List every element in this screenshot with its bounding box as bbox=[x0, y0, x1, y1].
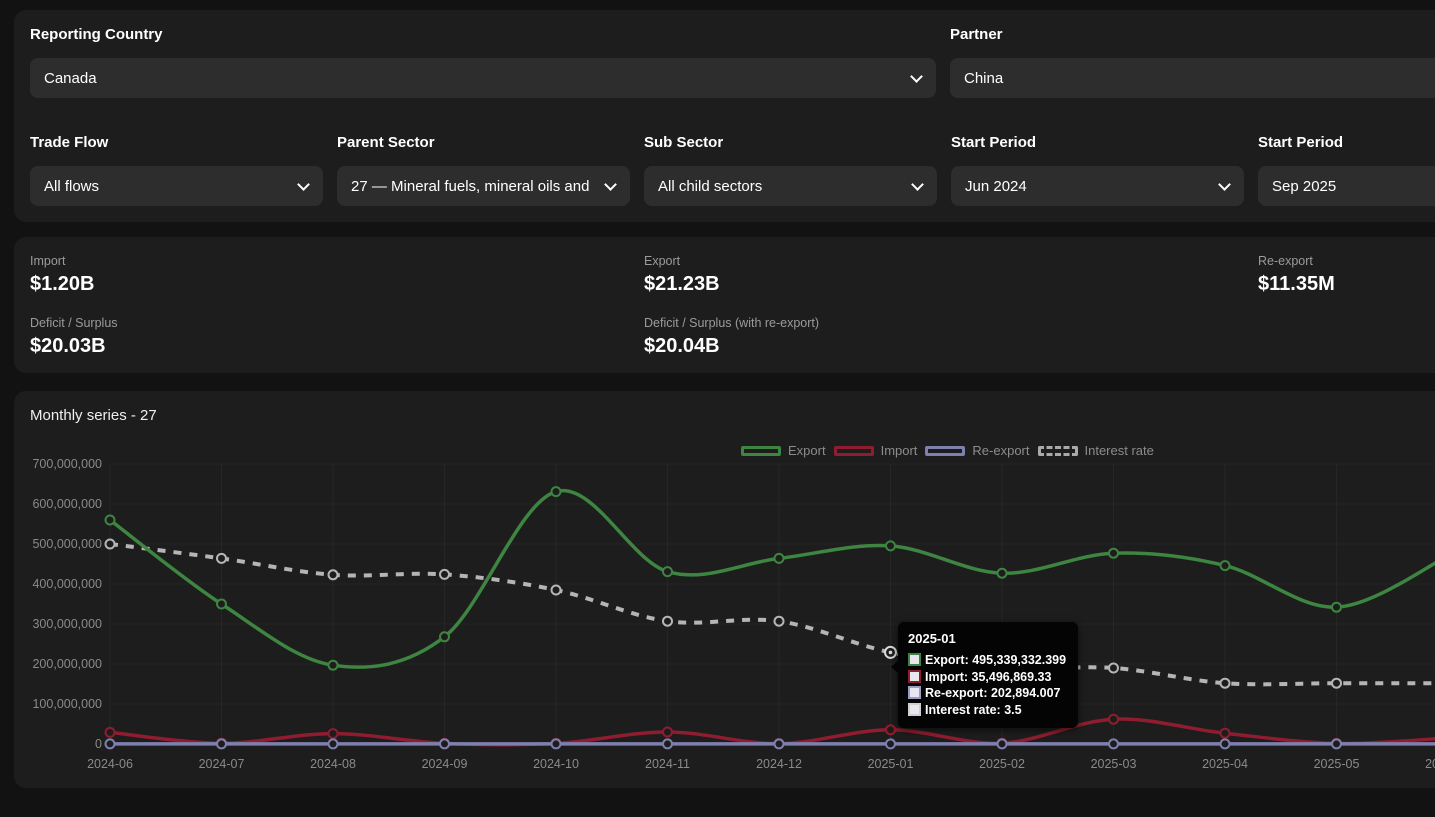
svg-text:500,000,000: 500,000,000 bbox=[32, 537, 102, 551]
svg-text:2024-11: 2024-11 bbox=[645, 757, 690, 771]
svg-text:300,000,000: 300,000,000 bbox=[32, 617, 102, 631]
svg-text:2025-06: 2025-06 bbox=[1425, 757, 1435, 771]
stat-deficit-surplus-reexport: Deficit / Surplus (with re-export) $20.0… bbox=[644, 315, 1258, 358]
svg-text:2025-03: 2025-03 bbox=[1091, 757, 1137, 771]
svg-text:2025-04: 2025-04 bbox=[1202, 757, 1248, 771]
stat-label: Deficit / Surplus (with re-export) bbox=[644, 315, 1258, 331]
svg-text:2024-10: 2024-10 bbox=[533, 757, 579, 771]
svg-text:2024-07: 2024-07 bbox=[199, 757, 245, 771]
partner-select[interactable]: China bbox=[950, 58, 1435, 98]
stat-value: $1.20B bbox=[30, 272, 644, 296]
reporting-country-label: Reporting Country bbox=[30, 26, 936, 44]
svg-text:2024-08: 2024-08 bbox=[310, 757, 356, 771]
partner-label: Partner bbox=[950, 26, 1435, 44]
filters-card: Reporting Country Canada Partner China T… bbox=[14, 10, 1435, 222]
trade-flow-label: Trade Flow bbox=[30, 134, 323, 152]
stat-export: Export $21.23B bbox=[644, 253, 1258, 296]
svg-text:2025-05: 2025-05 bbox=[1314, 757, 1360, 771]
start-period-label: Start Period bbox=[951, 134, 1244, 152]
svg-text:600,000,000: 600,000,000 bbox=[32, 497, 102, 511]
partner-field: Partner China bbox=[950, 26, 1435, 98]
export-swatch-icon bbox=[908, 653, 921, 666]
stat-value: $20.03B bbox=[30, 334, 644, 358]
legend-item-import[interactable]: Import bbox=[834, 443, 918, 458]
trade-flow-select[interactable]: All flows bbox=[30, 166, 323, 206]
stat-label: Deficit / Surplus bbox=[30, 315, 644, 331]
import-swatch-icon bbox=[908, 670, 921, 683]
interest-rate-dashed-swatch-icon bbox=[1038, 446, 1078, 456]
stat-reexport: Re-export $11.35M bbox=[1258, 253, 1435, 296]
grid-lines bbox=[110, 464, 1435, 744]
svg-text:400,000,000: 400,000,000 bbox=[32, 577, 102, 591]
parent-sector-select[interactable]: 27 — Mineral fuels, mineral oils and bbox=[337, 166, 630, 206]
chart-tooltip: 2025-01 Export: 495,339,332.399 Import: … bbox=[898, 622, 1078, 728]
legend-item-export[interactable]: Export bbox=[741, 443, 826, 458]
end-period-field: Start Period Sep 2025 bbox=[1258, 134, 1435, 206]
sub-sector-field: Sub Sector All child sectors bbox=[644, 134, 937, 206]
end-period-label: Start Period bbox=[1258, 134, 1435, 152]
svg-text:2025-02: 2025-02 bbox=[979, 757, 1025, 771]
tooltip-row-interest-rate: Interest rate: 3.5 bbox=[908, 702, 1066, 719]
stat-label: Re-export bbox=[1258, 253, 1435, 269]
svg-text:200,000,000: 200,000,000 bbox=[32, 657, 102, 671]
series-re-export bbox=[106, 739, 1435, 748]
chart-plot-area[interactable]: 0 100,000,000 200,000,000 300,000,000 400,00… bbox=[14, 391, 1435, 788]
tooltip-row-import: Import: 35,496,869.33 bbox=[908, 669, 1066, 686]
sub-sector-select[interactable]: All child sectors bbox=[644, 166, 937, 206]
stat-label: Export bbox=[644, 253, 1258, 269]
reporting-country-select[interactable]: Canada bbox=[30, 58, 936, 98]
svg-text:2024-09: 2024-09 bbox=[422, 757, 468, 771]
start-period-select[interactable]: Jun 2024 bbox=[951, 166, 1244, 206]
sub-sector-label: Sub Sector bbox=[644, 134, 937, 152]
svg-text:2024-06: 2024-06 bbox=[87, 757, 133, 771]
tooltip-arrow bbox=[891, 660, 899, 674]
stat-value: $20.04B bbox=[644, 334, 1258, 358]
legend-item-reexport[interactable]: Re-export bbox=[925, 443, 1029, 458]
svg-text:700,000,000: 700,000,000 bbox=[32, 457, 102, 471]
filters-row-1: Reporting Country Canada Partner China bbox=[30, 26, 1435, 98]
chart-card: Monthly series - 27 Export Import Re-exp… bbox=[14, 391, 1435, 788]
import-line-swatch-icon bbox=[834, 446, 874, 456]
series-export bbox=[106, 487, 1435, 670]
stats-card: Import $1.20B Export $21.23B Re-export $… bbox=[14, 237, 1435, 373]
filters-row-2: Trade Flow All flows Parent Sector 27 — … bbox=[30, 134, 1435, 206]
end-period-select[interactable]: Sep 2025 bbox=[1258, 166, 1435, 206]
x-axis-labels: 2024-06 2024-07 2024-08 2024-09 2024-10 2024-… bbox=[87, 757, 1435, 771]
chart-title: Monthly series - 27 bbox=[30, 407, 157, 424]
parent-sector-field: Parent Sector 27 — Mineral fuels, minera… bbox=[337, 134, 630, 206]
svg-text:2025-01: 2025-01 bbox=[868, 757, 914, 771]
series-interest-rate bbox=[106, 540, 1435, 688]
export-line-swatch-icon bbox=[741, 446, 781, 456]
stat-value: $11.35M bbox=[1258, 272, 1435, 296]
legend-item-interest-rate[interactable]: Interest rate bbox=[1038, 443, 1154, 458]
chart-legend: Export Import Re-export Interest rate bbox=[741, 443, 1154, 458]
reexport-swatch-icon bbox=[908, 686, 921, 699]
parent-sector-label: Parent Sector bbox=[337, 134, 630, 152]
highlighted-point-dot bbox=[889, 651, 893, 655]
tooltip-title: 2025-01 bbox=[908, 631, 1066, 646]
svg-text:100,000,000: 100,000,000 bbox=[32, 697, 102, 711]
reporting-country-field: Reporting Country Canada bbox=[30, 26, 936, 98]
stat-import: Import $1.20B bbox=[30, 253, 644, 296]
stat-deficit-surplus: Deficit / Surplus $20.03B bbox=[30, 315, 644, 358]
tooltip-row-reexport: Re-export: 202,894.007 bbox=[908, 685, 1066, 702]
y-axis-labels: 0 100,000,000 200,000,000 300,000,000 400,00… bbox=[32, 457, 102, 751]
stat-value: $21.23B bbox=[644, 272, 1258, 296]
tooltip-row-export: Export: 495,339,332.399 bbox=[908, 652, 1066, 669]
trade-flow-field: Trade Flow All flows bbox=[30, 134, 323, 206]
svg-text:2024-12: 2024-12 bbox=[756, 757, 802, 771]
start-period-field: Start Period Jun 2024 bbox=[951, 134, 1244, 206]
stat-label: Import bbox=[30, 253, 644, 269]
interest-rate-swatch-icon bbox=[908, 703, 921, 716]
reexport-line-swatch-icon bbox=[925, 446, 965, 456]
svg-text:0: 0 bbox=[95, 737, 102, 751]
